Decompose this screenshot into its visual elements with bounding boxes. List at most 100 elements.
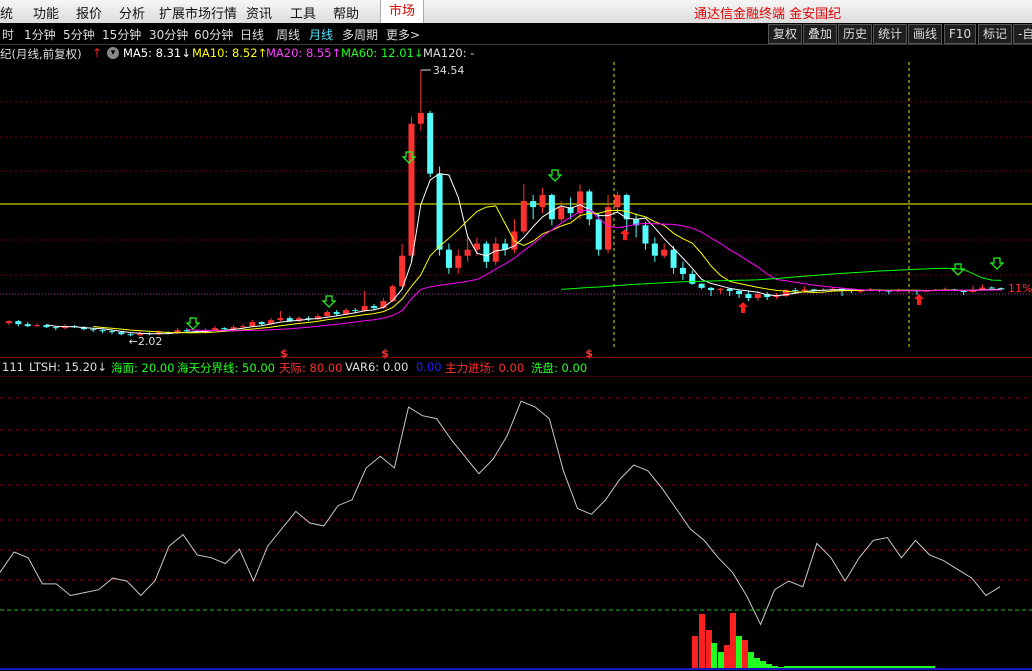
- candle-body: [277, 318, 284, 321]
- red-up-arrow-icon: [914, 294, 924, 305]
- blank-series-value: 0.00: [416, 360, 442, 374]
- candle-body: [417, 113, 424, 124]
- candle-body: [15, 321, 22, 325]
- candle-body: [333, 312, 340, 315]
- dollar-marker: $: [381, 347, 389, 360]
- volume-signal-bar: [699, 614, 705, 668]
- candle-body: [539, 195, 546, 208]
- volume-signal-bar: [778, 667, 784, 668]
- candle-body: [520, 201, 527, 232]
- candle-body: [792, 290, 799, 292]
- candle-body: [324, 312, 331, 317]
- candle-body: [698, 283, 705, 288]
- high-price-label: 34.54: [433, 64, 465, 77]
- stock-title: 纪(月线,前复权): [0, 47, 82, 61]
- candle-body: [6, 321, 12, 324]
- candle-body: [745, 294, 752, 299]
- ma60-value: MA60: 12.01↓: [341, 46, 424, 60]
- volume-signal-bar: [718, 652, 724, 668]
- candle-body: [464, 249, 471, 256]
- candle-body: [689, 273, 696, 284]
- haimian-value: 海面: 20.00: [111, 361, 175, 375]
- candle-body: [661, 249, 668, 256]
- volume-signal-bar: [754, 658, 760, 668]
- candle-body: [408, 123, 415, 256]
- ma10-value: MA10: 8.52↑: [192, 46, 268, 60]
- dollar-marker: $: [280, 347, 288, 360]
- var6-value: VAR6: 0.00: [345, 360, 409, 374]
- candle-body: [221, 328, 228, 330]
- candle-body: [717, 288, 724, 291]
- candle-body: [249, 322, 256, 327]
- candle-body: [595, 219, 602, 250]
- red-up-arrow-icon: [738, 302, 748, 313]
- candle-body: [445, 249, 452, 268]
- green-down-arrow-icon: [321, 295, 337, 308]
- candle-body: [427, 113, 434, 174]
- green-down-arrow-icon: [950, 263, 966, 276]
- candle-body: [258, 322, 265, 325]
- volume-signal-bar: [748, 652, 754, 668]
- candle-body: [371, 306, 378, 309]
- candle-body: [708, 287, 714, 291]
- tianji-value: 天际: 80.00: [279, 361, 343, 375]
- volume-signal-bar: [760, 661, 766, 668]
- green-down-arrow-icon: [185, 317, 201, 330]
- candle-body: [492, 243, 499, 262]
- fenjie-value: 海天分界线: 50.00: [177, 361, 275, 375]
- candle-body: [99, 330, 106, 332]
- candle-body: [530, 201, 537, 208]
- ma60-line: [561, 267, 1002, 290]
- candle-body: [455, 255, 462, 268]
- ltsh-value: LTSH: 15.20↓: [29, 360, 107, 374]
- candle-body: [52, 327, 59, 329]
- candle-body: [389, 286, 396, 302]
- red-up-arrow-icon: [620, 229, 630, 240]
- low-price-label: ←2.02: [129, 335, 163, 348]
- indicator-name[interactable]: 111: [2, 360, 24, 374]
- candle-body: [614, 195, 621, 208]
- volume-signal-bar: [730, 613, 736, 668]
- candle-body: [576, 191, 583, 214]
- kline-chart[interactable]: 34.54 ←2.02 11% $ $ $: [0, 0, 1032, 671]
- dropdown-icon[interactable]: ▾: [107, 47, 119, 59]
- volume-signal-bar: [724, 645, 730, 668]
- ma20-value: MA20: 8.55↑: [266, 46, 342, 60]
- volume-signal-bar: [766, 664, 772, 668]
- zhuli-value: 主力进场: 0.00: [445, 361, 525, 375]
- candle-body: [240, 326, 246, 328]
- candle-body: [988, 287, 995, 289]
- ltsh-line: [0, 400, 1001, 626]
- xipan-value: 洗盘: 0.00: [531, 361, 588, 375]
- ma20-line: [186, 209, 1002, 332]
- candle-body: [483, 243, 490, 262]
- green-down-arrow-icon: [989, 257, 1005, 270]
- candle-body: [605, 207, 612, 250]
- candle-body: [586, 191, 593, 220]
- volume-signal-bar: [736, 636, 742, 668]
- candle-body: [670, 249, 677, 268]
- candle-body: [679, 267, 686, 274]
- arrow-up-icon[interactable]: ↑: [92, 46, 102, 60]
- candle-body: [108, 331, 115, 333]
- percent-label: 11%: [1008, 282, 1032, 295]
- dollar-marker: $: [585, 347, 593, 360]
- volume-signal-bar: [772, 666, 778, 668]
- candle-body: [548, 195, 555, 220]
- candle-body: [801, 289, 808, 291]
- candle-body: [651, 243, 658, 256]
- candle-body: [118, 332, 125, 335]
- candle-body: [436, 173, 443, 250]
- candlestick-series: [6, 70, 1005, 337]
- candle-body: [736, 291, 743, 295]
- candle-body: [754, 294, 761, 299]
- volume-signal-bar: [742, 640, 748, 668]
- ma120-value: MA120: -: [423, 46, 475, 60]
- candle-body: [90, 329, 97, 331]
- candle-body: [34, 325, 41, 327]
- candle-body: [642, 225, 649, 244]
- candle-body: [24, 324, 31, 327]
- green-down-arrow-icon: [547, 169, 563, 182]
- candle-body: [623, 195, 630, 220]
- volume-signal-bar: [711, 643, 717, 668]
